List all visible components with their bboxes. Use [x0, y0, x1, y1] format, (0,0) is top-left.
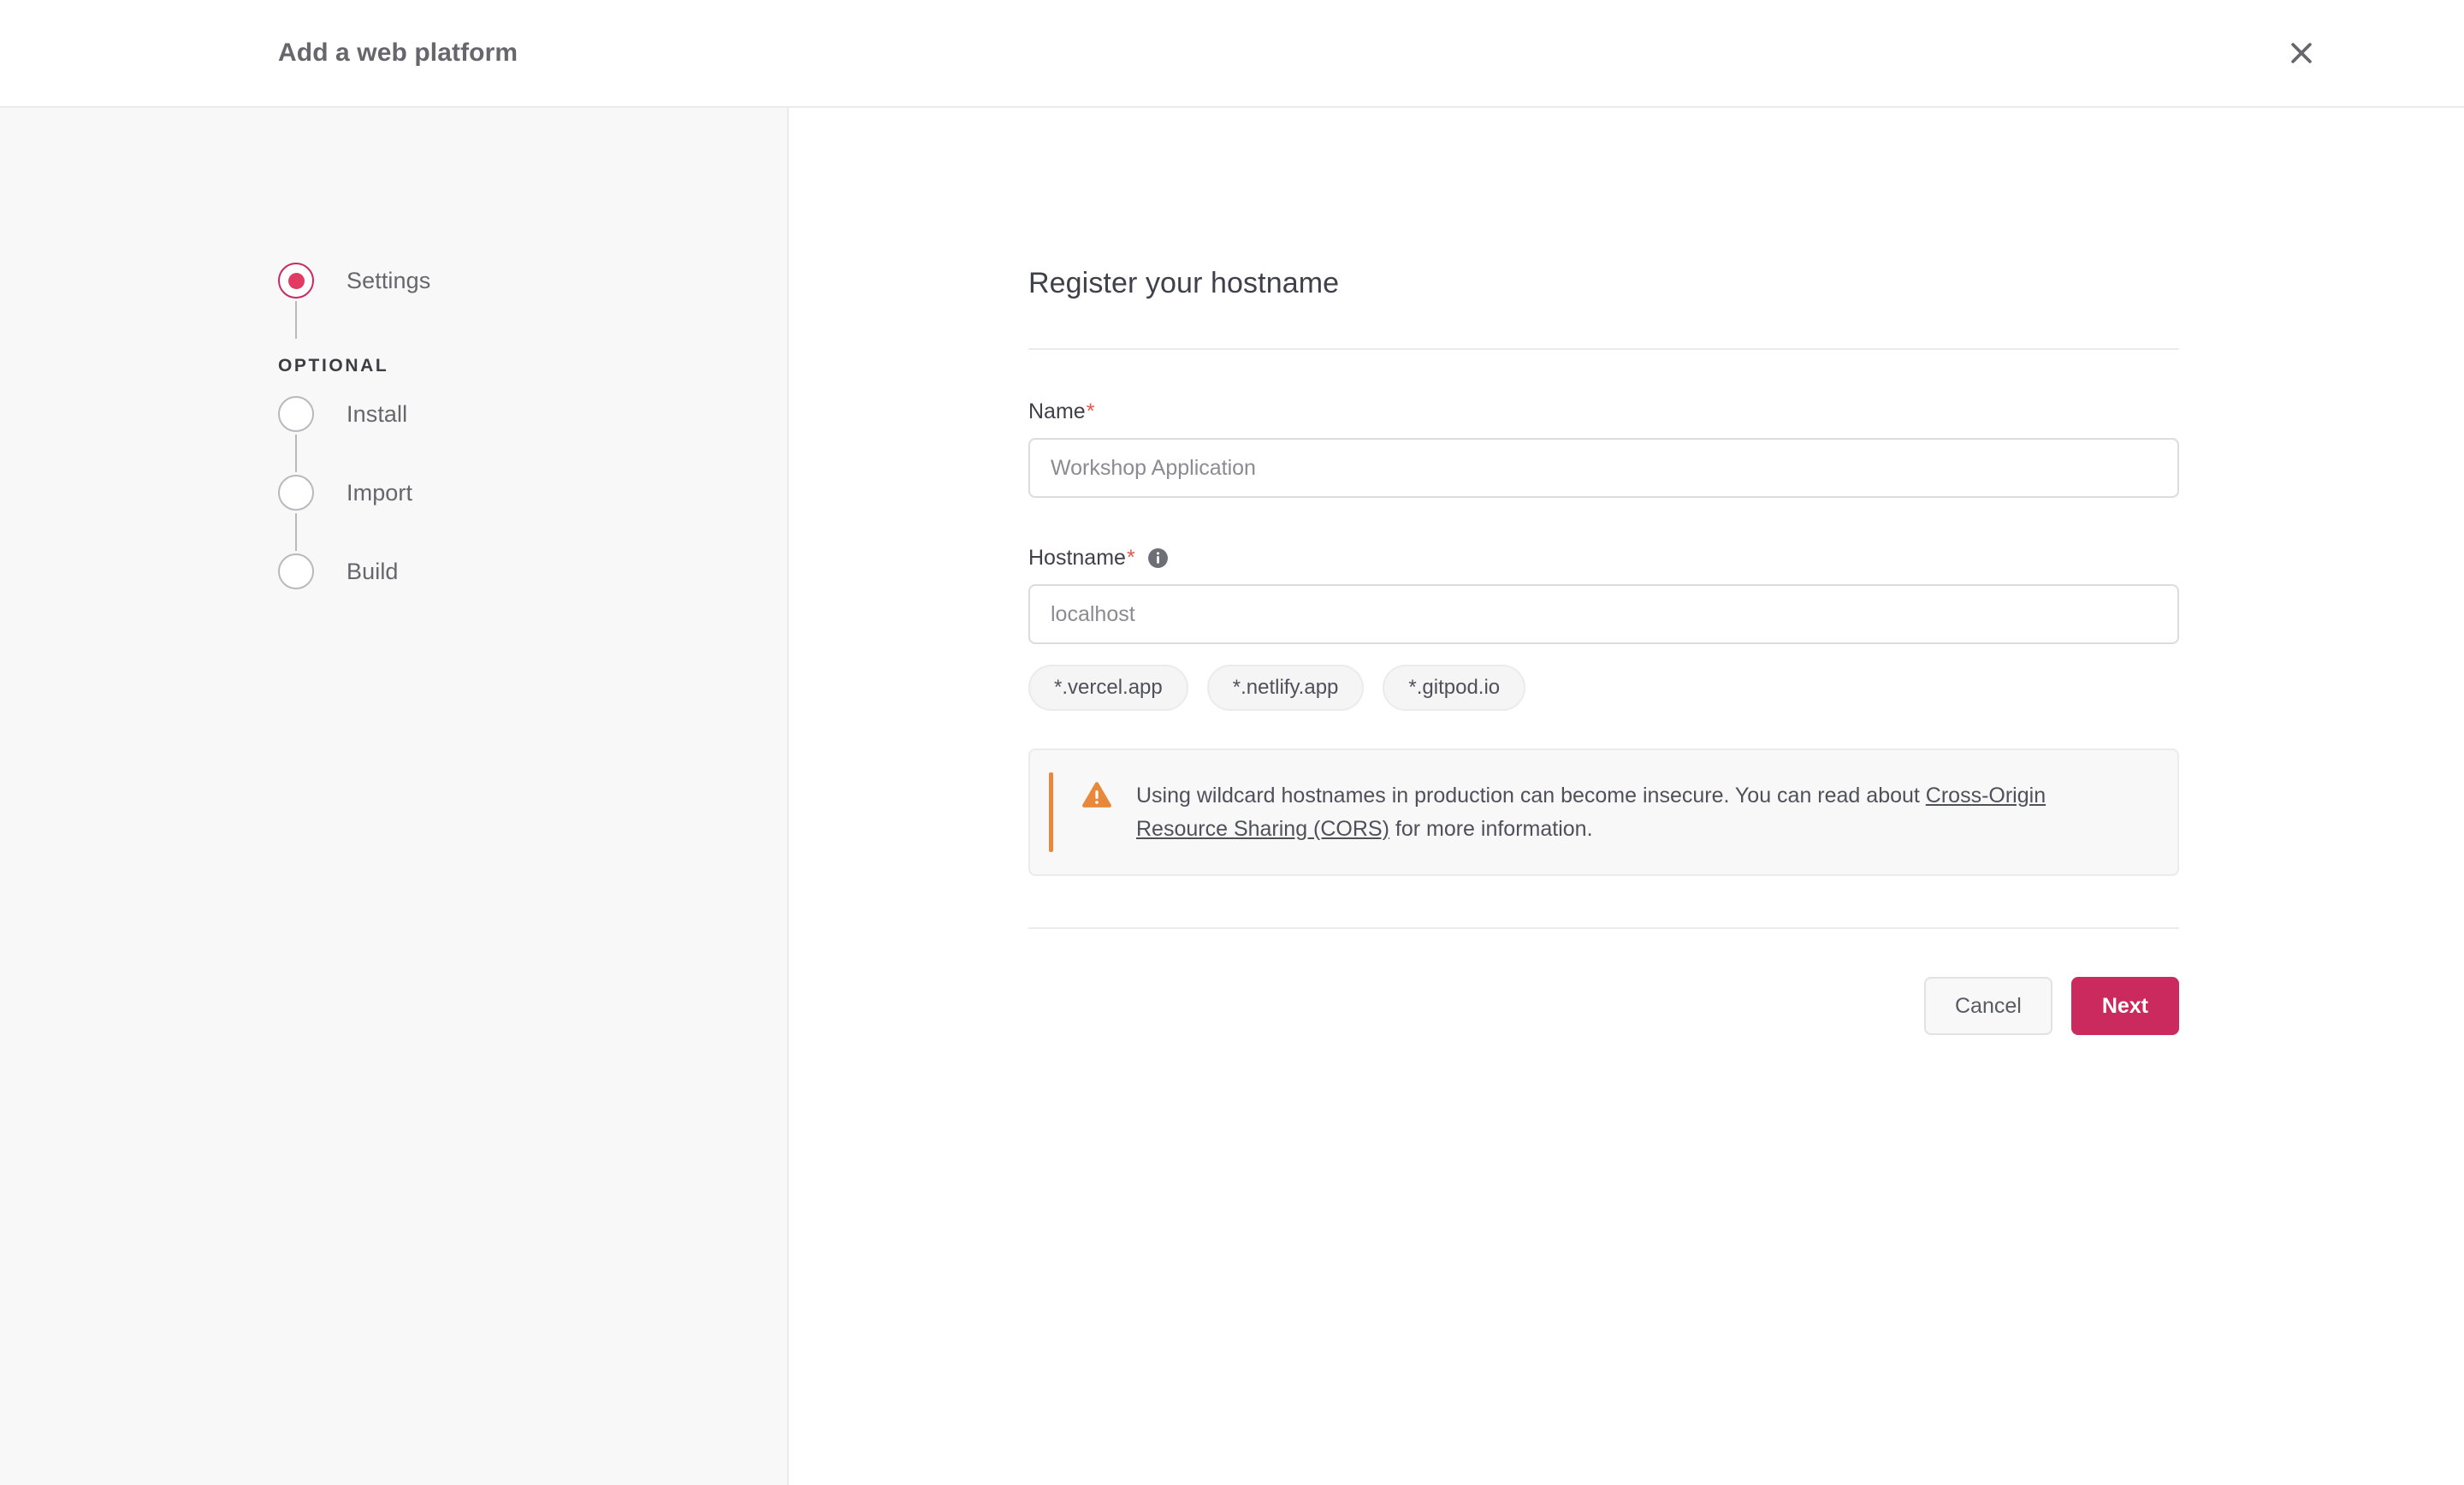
- alert-accent-bar: [1049, 772, 1053, 852]
- step-marker-import: [278, 475, 314, 511]
- suggestion-chip-netlify[interactable]: *.netlify.app: [1207, 665, 1365, 711]
- main-panel: Register your hostname Name* Hostname*: [789, 108, 2464, 1485]
- optional-section-label: OPTIONAL: [278, 356, 787, 376]
- hostname-input[interactable]: [1028, 584, 2179, 644]
- step-marker-build: [278, 553, 314, 589]
- cancel-button[interactable]: Cancel: [1924, 977, 2052, 1035]
- sidebar-item-label: Settings: [346, 268, 430, 294]
- page-title: Add a web platform: [278, 38, 518, 68]
- step-dot-settings: [288, 273, 305, 289]
- hostname-field-label: Hostname*: [1028, 546, 2179, 571]
- form-actions: Cancel Next: [1028, 977, 2179, 1035]
- divider-top: [1028, 348, 2179, 350]
- sidebar-item-label: Import: [346, 480, 412, 506]
- next-button[interactable]: Next: [2071, 977, 2179, 1035]
- required-asterisk: *: [1127, 546, 1135, 571]
- name-label-text: Name: [1028, 399, 1086, 424]
- sidebar-item-import[interactable]: Import: [278, 472, 787, 513]
- alert-text-before-link: Using wildcard hostnames in production c…: [1136, 784, 1926, 808]
- add-web-platform-modal: Add a web platform Settings: [0, 0, 2464, 1485]
- section-title: Register your hostname: [1028, 267, 2179, 300]
- alert-text: Using wildcard hostnames in production c…: [1136, 779, 2094, 845]
- name-field-label: Name*: [1028, 399, 2179, 424]
- stepper: Settings OPTIONAL Install Import: [278, 260, 787, 592]
- close-button[interactable]: [2276, 27, 2327, 79]
- name-field-group: Name*: [1028, 399, 2179, 498]
- divider-bottom: [1028, 927, 2179, 929]
- step-connector: [295, 513, 297, 551]
- form-content: Register your hostname Name* Hostname*: [1028, 267, 2179, 1035]
- step-dot-install: [288, 406, 305, 423]
- alert-text-after-link: for more information.: [1389, 817, 1593, 841]
- wildcard-warning-alert: Using wildcard hostnames in production c…: [1028, 748, 2179, 876]
- hostname-label-text: Hostname: [1028, 546, 1126, 571]
- sidebar-item-build[interactable]: Build: [278, 551, 787, 592]
- hostname-field-group: Hostname* *.vercel.app *.netlify.ap: [1028, 546, 2179, 711]
- step-dot-import: [288, 485, 305, 501]
- step-connector: [295, 435, 297, 472]
- info-icon[interactable]: [1147, 547, 1169, 569]
- suggestion-chip-gitpod[interactable]: *.gitpod.io: [1383, 665, 1525, 711]
- required-asterisk: *: [1087, 399, 1095, 424]
- sidebar-item-label: Build: [346, 559, 399, 585]
- step-marker-install: [278, 396, 314, 432]
- suggestion-chip-vercel[interactable]: *.vercel.app: [1028, 665, 1188, 711]
- step-dot-build: [288, 564, 305, 580]
- name-input[interactable]: [1028, 438, 2179, 498]
- close-icon: [2287, 38, 2316, 68]
- hostname-suggestion-chips: *.vercel.app *.netlify.app *.gitpod.io: [1028, 665, 2179, 711]
- step-marker-settings: [278, 263, 314, 299]
- sidebar-item-settings[interactable]: Settings: [278, 260, 787, 301]
- warning-triangle-icon: [1081, 781, 1112, 813]
- sidebar-item-install[interactable]: Install: [278, 393, 787, 435]
- modal-body: Settings OPTIONAL Install Import: [0, 108, 2464, 1485]
- sidebar: Settings OPTIONAL Install Import: [0, 108, 789, 1485]
- modal-header: Add a web platform: [0, 0, 2464, 108]
- step-connector: [295, 301, 297, 339]
- sidebar-item-label: Install: [346, 401, 407, 428]
